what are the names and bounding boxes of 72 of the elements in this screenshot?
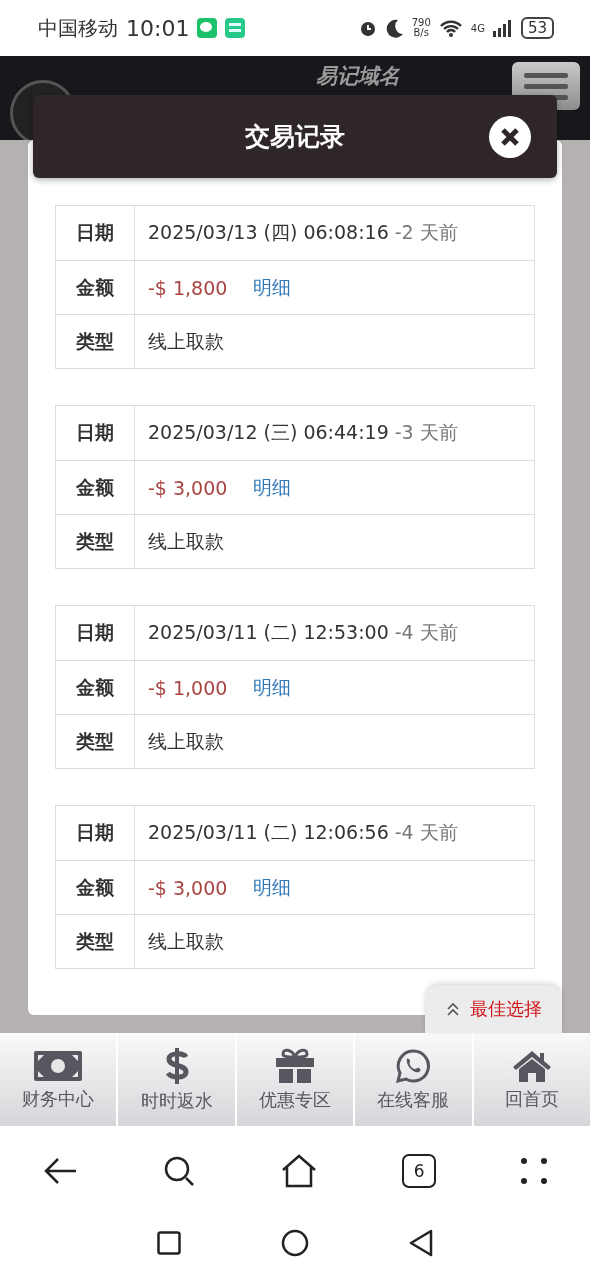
type-text: 线上取款: [148, 728, 224, 754]
label-cell: 金额: [56, 661, 135, 714]
system-back-button[interactable]: [409, 1229, 433, 1257]
tabs-button[interactable]: 6: [402, 1154, 437, 1188]
details-link[interactable]: 明细: [253, 874, 292, 901]
gift-icon: [275, 1047, 315, 1084]
details-link[interactable]: 明细: [253, 674, 292, 701]
triangle-icon: [409, 1229, 433, 1257]
time-ago-text: -3 天前: [394, 420, 458, 445]
chat-app-icon: [197, 18, 218, 38]
double-chevron-up-icon: [445, 1002, 460, 1016]
clock-text: 10:01: [126, 15, 190, 41]
banknote-icon: [33, 1048, 84, 1083]
label-cell: 金额: [56, 461, 135, 514]
amount-text: -$ 1,000: [148, 676, 228, 699]
site-title: 易记域名: [316, 63, 400, 90]
date-text: 2025/03/12 (三) 06:44:19: [148, 420, 389, 445]
amount-text: -$ 3,000: [148, 876, 228, 899]
nav-tab[interactable]: 在线客服: [355, 1033, 474, 1126]
nav-tab[interactable]: 财务中心: [0, 1033, 119, 1126]
home-icon: [511, 1048, 552, 1083]
type-text: 线上取款: [148, 528, 224, 554]
moon-icon: [385, 18, 404, 38]
more-button[interactable]: [521, 1158, 548, 1184]
square-icon: [157, 1231, 181, 1255]
nav-tab[interactable]: 回首页: [473, 1033, 590, 1126]
time-ago-text: -4 天前: [394, 820, 458, 845]
type-text: 线上取款: [148, 328, 224, 354]
nav-tab[interactable]: 时时返水: [118, 1033, 237, 1126]
dots-icon: [521, 1158, 548, 1184]
back-button[interactable]: [42, 1157, 77, 1185]
time-ago-text: -2 天前: [394, 220, 458, 245]
network-text: 4G: [470, 22, 485, 34]
label-cell: 日期: [56, 806, 135, 860]
speed-value-text: 790: [411, 18, 431, 28]
details-link[interactable]: 明细: [253, 274, 292, 301]
amount-text: -$ 1,800: [148, 276, 228, 299]
back-arrow-icon: [42, 1157, 77, 1185]
label-cell: 金额: [56, 261, 135, 314]
date-text: 2025/03/11 (二) 12:06:56: [148, 820, 389, 845]
dollar-icon: [163, 1046, 190, 1085]
app-icon: [225, 18, 246, 38]
label-cell: 类型: [56, 315, 135, 368]
carrier-text: 中国移动: [38, 14, 118, 42]
date-text: 2025/03/13 (四) 06:08:16: [148, 220, 389, 245]
phone-chat-icon: [395, 1047, 432, 1084]
label-cell: 类型: [56, 915, 135, 968]
system-home-button[interactable]: [281, 1229, 309, 1257]
circle-icon: [281, 1229, 309, 1257]
signal-icon: [492, 19, 513, 37]
home-button[interactable]: [280, 1154, 317, 1188]
close-button[interactable]: [489, 116, 531, 158]
best-choice-button[interactable]: 最佳选择: [425, 985, 562, 1033]
amount-text: -$ 3,000: [148, 476, 228, 499]
nav-tab[interactable]: 优惠专区: [236, 1033, 356, 1126]
label-cell: 类型: [56, 515, 135, 568]
label-cell: 日期: [56, 606, 135, 660]
wifi-icon: [438, 19, 463, 37]
details-link[interactable]: 明细: [253, 474, 292, 501]
label-cell: 日期: [56, 206, 135, 260]
label-cell: 日期: [56, 406, 135, 460]
date-text: 2025/03/11 (二) 12:53:00: [148, 620, 389, 645]
battery-indicator: 53: [520, 17, 554, 39]
house-outline-icon: [280, 1154, 317, 1188]
type-text: 线上取款: [148, 928, 224, 954]
label-cell: 金额: [56, 861, 135, 914]
time-ago-text: -4 天前: [394, 620, 458, 645]
close-icon: [500, 127, 520, 147]
label-cell: 类型: [56, 715, 135, 768]
recents-button[interactable]: [157, 1231, 181, 1255]
modal-title: 交易记录: [245, 121, 345, 153]
speed-unit-text: B/s: [413, 28, 429, 38]
